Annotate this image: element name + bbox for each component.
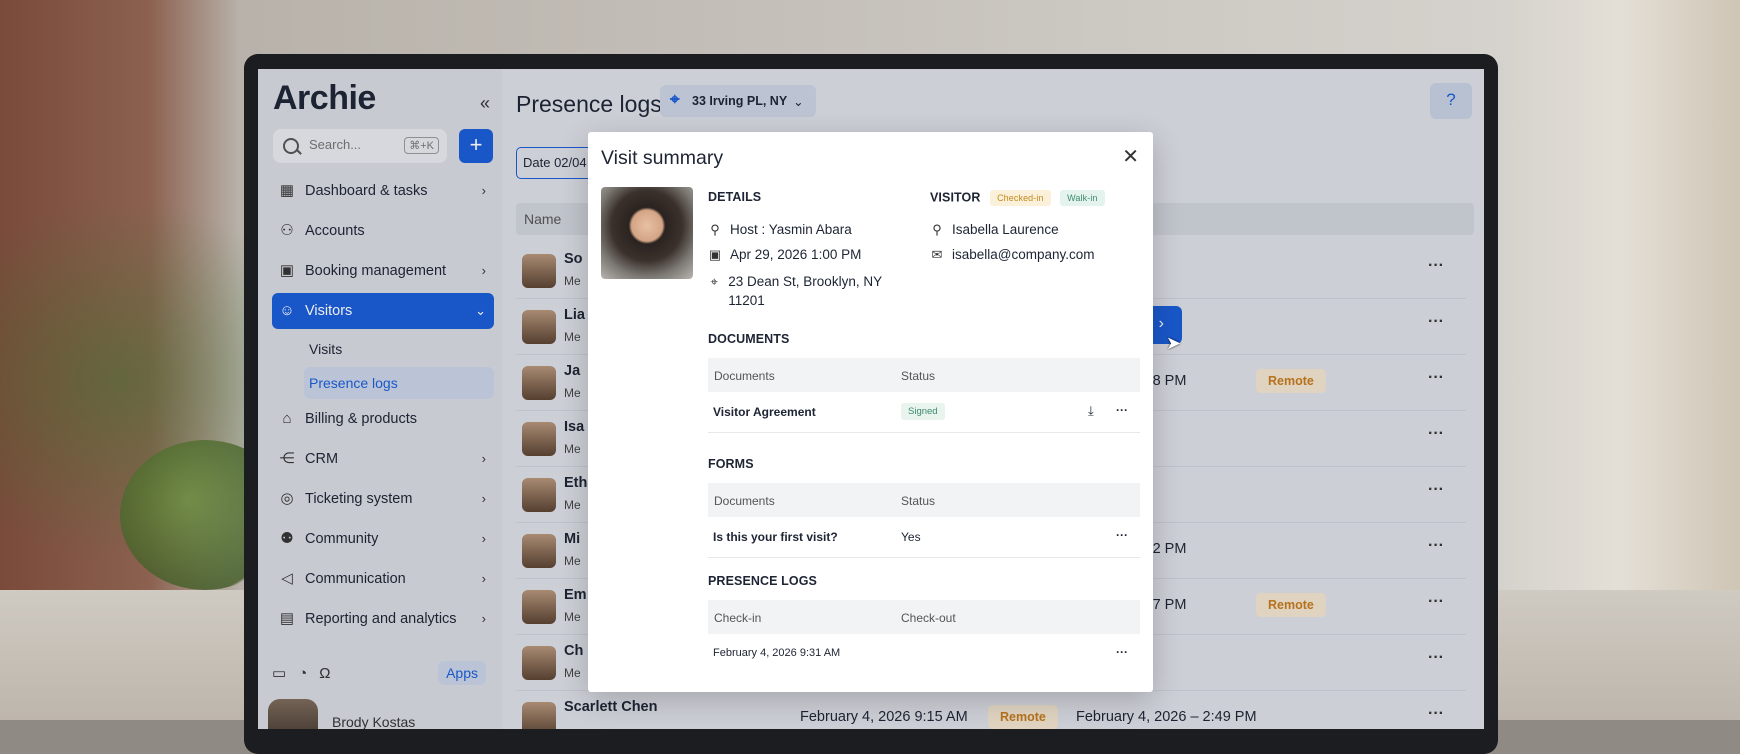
mail-icon: ✉ (931, 247, 943, 262)
details-heading: DETAILS (708, 190, 762, 204)
visitor-photo (601, 187, 693, 279)
download-icon[interactable]: ⤓ (1088, 403, 1094, 419)
forms-table: Documents Status Is this your first visi… (708, 483, 1140, 558)
location-pin-icon: ⌖ (710, 274, 718, 289)
mouse-cursor-icon: ➤ (1166, 333, 1182, 353)
visitor-email: isabella@company.com (952, 247, 1095, 262)
checked-in-badge: Checked-in (990, 190, 1051, 206)
visitor-heading-label: VISITOR (930, 190, 981, 205)
table-header: Check-in Check-out (708, 600, 1140, 634)
calendar-icon: ▣ (708, 247, 722, 262)
more-icon[interactable]: ··· (1116, 645, 1128, 659)
column-header: Documents (714, 369, 775, 383)
visitor-heading: VISITOR Checked-in Walk-in (930, 190, 1105, 206)
documents-heading: DOCUMENTS (708, 332, 790, 346)
status-badge: Signed (901, 403, 945, 420)
column-header: Check-out (901, 611, 956, 625)
table-row[interactable]: February 4, 2026 9:31 AM ··· (708, 634, 1140, 674)
form-question: Is this your first visit? (713, 530, 838, 544)
visitor-email-line: ✉ isabella@company.com (930, 247, 1095, 263)
visitor-name: Isabella Laurence (952, 222, 1059, 237)
address-line: ⌖ 23 Dean St, Brooklyn, NY 11201 (708, 272, 898, 310)
more-icon[interactable]: ··· (1116, 403, 1128, 417)
host-line: ⚲ Host : Yasmin Abara (708, 222, 852, 238)
documents-table: Documents Status Visitor Agreement Signe… (708, 358, 1140, 433)
datetime-line: ▣ Apr 29, 2026 1:00 PM (708, 247, 862, 263)
address-text: 23 Dean St, Brooklyn, NY 11201 (728, 274, 882, 308)
visitor-name-line: ⚲ Isabella Laurence (930, 222, 1059, 238)
column-header: Status (901, 494, 936, 508)
more-icon[interactable]: ··· (1116, 528, 1128, 542)
presence-logs-table: Check-in Check-out February 4, 2026 9:31… (708, 600, 1140, 674)
modal-title: Visit summary (601, 147, 724, 169)
walk-in-badge: Walk-in (1060, 190, 1105, 206)
table-row[interactable]: Is this your first visit? Yes ··· (708, 517, 1140, 558)
column-header: Check-in (714, 611, 762, 625)
person-icon: ⚲ (710, 222, 720, 237)
table-header: Documents Status (708, 483, 1140, 517)
close-icon[interactable]: ✕ (1122, 144, 1139, 169)
column-header: Status (901, 369, 936, 383)
column-header: Documents (714, 494, 775, 508)
presence-logs-heading: PRESENCE LOGS (708, 574, 817, 588)
document-name: Visitor Agreement (713, 405, 816, 419)
table-header: Documents Status (708, 358, 1140, 392)
form-answer: Yes (901, 530, 921, 544)
visit-summary-modal: Visit summary ✕ DETAILS ⚲ Host : Yasmin … (588, 132, 1153, 692)
datetime-text: Apr 29, 2026 1:00 PM (730, 247, 862, 262)
table-row[interactable]: Visitor Agreement Signed ⤓ ··· (708, 392, 1140, 433)
check-in-time: February 4, 2026 9:31 AM (713, 647, 841, 659)
forms-heading: FORMS (708, 457, 754, 471)
person-icon: ⚲ (932, 222, 942, 237)
host-text: Host : Yasmin Abara (730, 222, 852, 237)
